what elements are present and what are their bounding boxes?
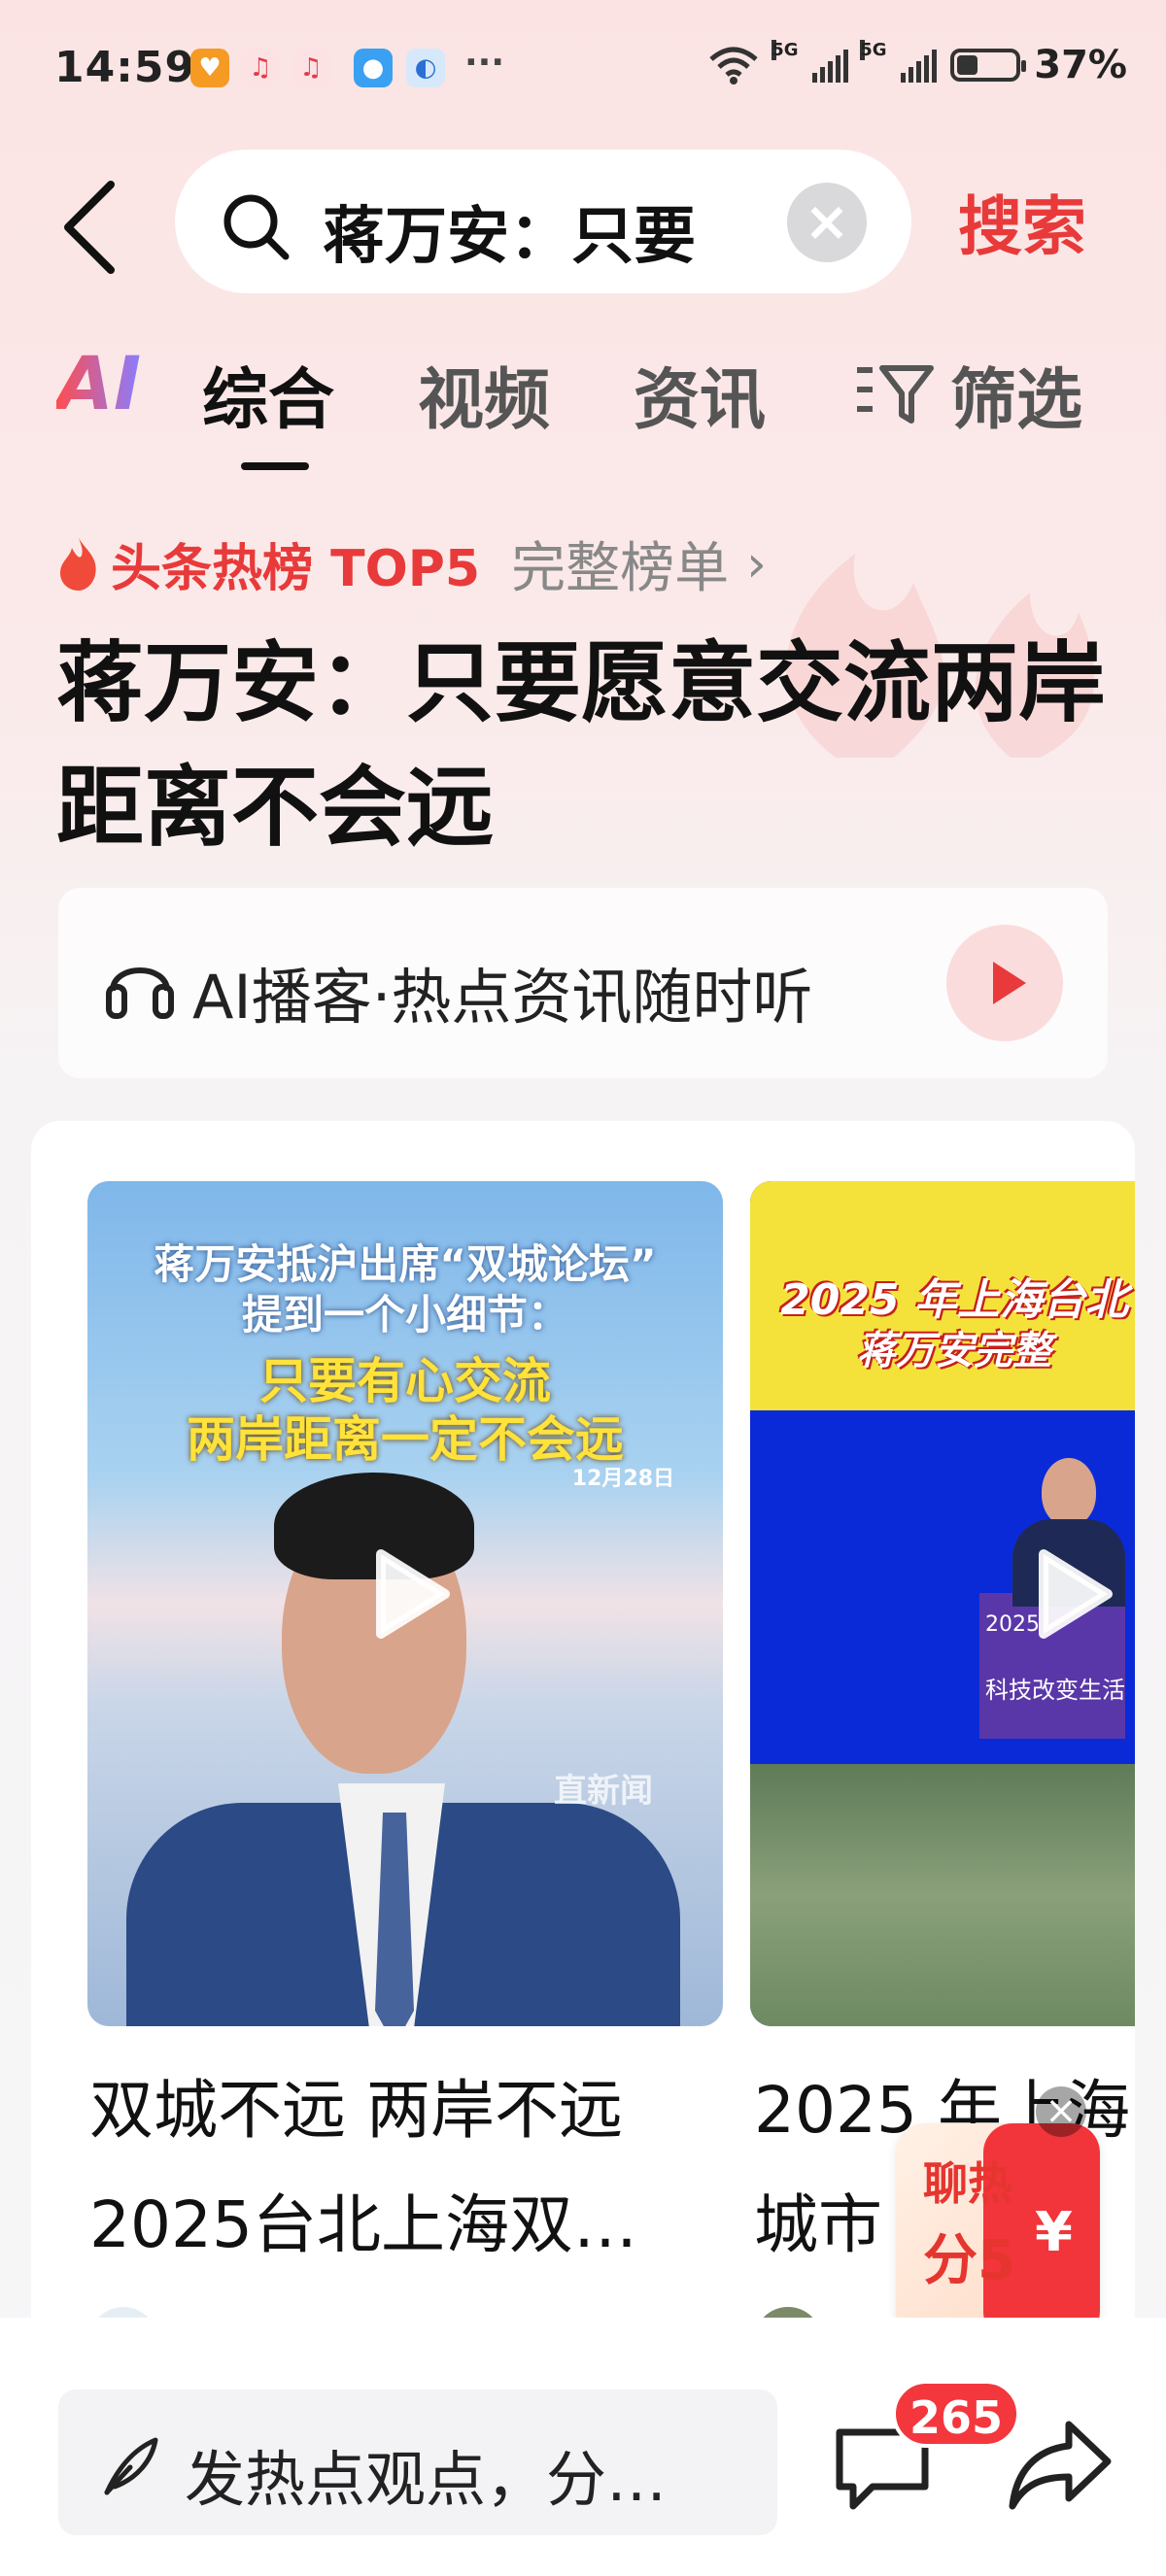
thumbnail-caption: 蒋万安完整 [857,1329,1051,1373]
more-notifications-icon: ··· [464,43,505,83]
search-box[interactable]: 蒋万安：只要 × [175,150,911,293]
tab-ai[interactable]: AI [56,340,141,426]
active-tab-indicator [241,462,309,470]
search-button[interactable]: 搜索 [958,175,1086,268]
thumbnail-date: 12月28日 [571,1467,674,1491]
status-indicators: 5G 5G 37% [707,40,1127,87]
app-notification-icon: ♥ [190,49,229,87]
headphone-icon [106,967,174,1019]
filter-icon [857,364,934,424]
reward-label: 分5 [923,2229,1015,2292]
comment-placeholder: 发热点观点，分… [185,2444,668,2515]
music-icon: ♫ [241,49,280,87]
video-thumbnail[interactable]: 2025 年上海台北 蒋万安完整 2025 科技改变生活 [750,1181,1135,2026]
video-thumbnail[interactable]: 蒋万安抵沪出席“双城论坛” 提到一个小细节： 只要有心交流 两岸距离一定不会远 … [87,1181,723,2026]
music-icon: ♫ [292,49,330,87]
chat-reward-widget[interactable]: 聊热 分5 ¥ [896,2123,1100,2341]
full-list-link[interactable]: 完整榜单 [511,525,729,603]
video-title-line: 双城不远 两岸不远 [89,2073,623,2148]
close-widget-button[interactable]: × [1036,2086,1086,2137]
podcast-play-button[interactable] [946,925,1063,1041]
hot-rank-header[interactable]: 头条热榜 TOP5 完整榜单 › [56,525,767,603]
chevron-right-icon: › [746,534,767,593]
bottom-bar: 发热点观点，分… 265 [0,2318,1166,2576]
podcast-label: AI播客·热点资讯随时听 [192,962,813,1033]
browser-icon: ◐ [406,49,445,87]
hot-headline[interactable]: 蒋万安：只要愿意交流两岸距离不会远 [56,622,1125,870]
tab-video[interactable]: 视频 [418,346,550,442]
play-icon [1039,1549,1113,1639]
filter-label: 筛选 [950,362,1083,439]
filter-button[interactable]: 筛选 [853,346,1082,442]
battery-percent: 37% [1034,43,1127,87]
play-icon [376,1549,450,1639]
ai-podcast-banner[interactable]: AI播客·热点资讯随时听 [58,888,1108,1078]
search-icon [223,194,290,260]
clear-search-button[interactable]: × [787,183,867,262]
search-tabs: AI 综合 视频 资讯 筛选 [0,340,1166,470]
signal-icon: 5G [772,40,849,83]
person-face [1042,1458,1096,1526]
thumbnail-caption: 提到一个小细节： [241,1291,568,1339]
signal-icon: 5G [860,40,938,83]
battery-icon [950,49,1027,82]
tab-news[interactable]: 资讯 [634,346,766,442]
status-time: 14:59 [54,43,196,92]
wifi-icon [709,47,758,85]
back-arrow-icon [64,181,115,274]
pen-icon [104,2437,158,2495]
share-icon[interactable] [1007,2419,1114,2512]
thumbnail-caption: 2025 年上海台北 [780,1275,1128,1325]
hot-rank-label: 头条热榜 TOP5 [111,540,481,598]
watermark-logo: 直新闻 [554,1772,653,1811]
browser-icon: ● [354,49,393,87]
comment-input[interactable]: 发热点观点，分… [58,2390,777,2535]
tab-comprehensive[interactable]: 综合 [202,346,334,442]
comment-count-badge: 265 [892,2380,1021,2448]
stage-text: 科技改变生活 [985,1677,1125,1704]
search-input[interactable]: 蒋万安：只要 [323,186,740,276]
back-button[interactable] [54,165,122,282]
reward-label: 聊热 [923,2157,1012,2210]
yen-icon: ¥ [1035,2201,1073,2264]
flame-icon [60,537,96,591]
status-bar: 14:59 ♥ ♫ ♫ ● ◐ ··· 5G 5G 37% [0,0,1166,146]
map-background [750,1764,1135,2026]
video-title-line: 2025台北上海双… [89,2187,637,2262]
video-title[interactable]: 双城不远 两岸不远 2025台北上海双… [89,2053,721,2283]
